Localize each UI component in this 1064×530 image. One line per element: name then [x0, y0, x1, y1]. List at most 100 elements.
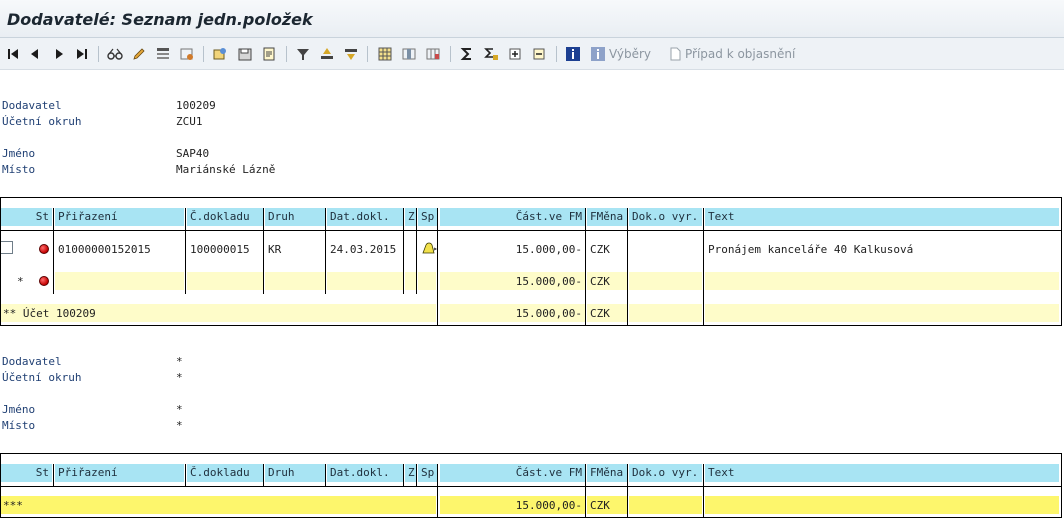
col-amount-2[interactable]: Část.ve FM: [440, 464, 585, 482]
city-value-2: *: [176, 419, 183, 432]
cell-doc-date[interactable]: 24.03.2015: [327, 240, 403, 258]
sort-ascending-icon[interactable]: [319, 46, 335, 62]
bell-icon[interactable]: [421, 241, 438, 255]
col-doc-date[interactable]: Dat.dokl.: [327, 208, 403, 226]
selections-icon[interactable]: [590, 46, 606, 62]
row-select-checkbox[interactable]: [0, 241, 13, 254]
selections-button[interactable]: Výběry: [609, 47, 651, 61]
subtotal-blank: [405, 272, 416, 290]
col-currency-2[interactable]: FMěna: [587, 464, 627, 482]
col-currency[interactable]: FMěna: [587, 208, 627, 226]
col-st[interactable]: St: [0, 208, 52, 226]
col-amount[interactable]: Část.ve FM: [440, 208, 585, 226]
account-total-currency[interactable]: CZK: [587, 304, 627, 322]
first-page-icon[interactable]: [5, 46, 21, 62]
filter-icon[interactable]: [295, 46, 311, 62]
col-clearing-doc-2[interactable]: Dok.o vyr.: [629, 464, 702, 482]
subtotal-blank: [418, 272, 436, 290]
cell-clearing-doc[interactable]: [629, 240, 702, 258]
sum-icon[interactable]: [459, 46, 475, 62]
subtotal-marker: *: [17, 275, 24, 288]
grand-total-amount[interactable]: 15.000,00-: [440, 496, 585, 514]
account-total-label[interactable]: ** Účet 100209: [0, 304, 436, 322]
col-doc-no-2[interactable]: Č.dokladu: [187, 464, 263, 482]
col-type-2[interactable]: Druh: [265, 464, 325, 482]
account-total-blank: [629, 304, 702, 322]
cell-amount[interactable]: 15.000,00-: [440, 240, 585, 258]
expand-icon[interactable]: [507, 46, 523, 62]
name-value: SAP40: [176, 147, 210, 160]
subtotal-blank: [187, 272, 263, 290]
cell-text[interactable]: Pronájem kanceláře 40 Kalkusová: [705, 240, 1059, 258]
save-icon[interactable]: [237, 46, 253, 62]
page-title: Dodavatelé: Seznam jedn.položek: [7, 10, 313, 29]
name-value-2: *: [176, 403, 183, 416]
col-sp[interactable]: Sp: [418, 208, 438, 226]
col-text[interactable]: Text: [705, 208, 1059, 226]
application-toolbar: Výběry Případ k objasnění: [0, 38, 1064, 70]
name-label-2: Jméno: [2, 403, 36, 416]
next-page-icon[interactable]: [51, 46, 67, 62]
table-header: St Přiřazení Č.dokladu Druh Dat.dokl. Z …: [0, 208, 1060, 226]
city-value: Mariánské Lázně: [176, 163, 276, 176]
subtotal-icon[interactable]: [483, 46, 499, 62]
grand-total-blank: [629, 496, 702, 514]
choose-detail-icon[interactable]: [212, 46, 228, 62]
company-code-label-2: Účetní okruh: [2, 371, 82, 384]
subtotal-blank: [55, 272, 184, 290]
col-type[interactable]: Druh: [265, 208, 325, 226]
vendor-value: 100209: [176, 99, 216, 112]
dispute-case-button[interactable]: Případ k objasnění: [685, 47, 795, 61]
col-z-2[interactable]: Z: [405, 464, 416, 482]
info-icon[interactable]: [565, 46, 581, 62]
col-clearing-doc[interactable]: Dok.o vyr.: [629, 208, 702, 226]
columns-icon[interactable]: [425, 46, 441, 62]
vendor-label: Dodavatel: [2, 99, 62, 112]
subtotal-red-light-icon: [39, 276, 49, 286]
account-total-amount[interactable]: 15.000,00-: [440, 304, 585, 322]
last-page-icon[interactable]: [74, 46, 90, 62]
previous-page-icon[interactable]: [27, 46, 43, 62]
subtotal-amount[interactable]: 15.000,00-: [440, 272, 585, 290]
document-icon[interactable]: [261, 46, 277, 62]
city-label-2: Místo: [2, 419, 36, 432]
vendor-label-2: Dodavatel: [2, 355, 62, 368]
col-z[interactable]: Z: [405, 208, 416, 226]
col-sp-2[interactable]: Sp: [418, 464, 438, 482]
status-red-light-icon: [39, 244, 49, 254]
col-text-2[interactable]: Text: [705, 464, 1059, 482]
pencil-icon[interactable]: [131, 46, 147, 62]
grand-total-label[interactable]: ***: [0, 496, 436, 514]
cell-assignment[interactable]: 01000000152015: [55, 240, 184, 258]
table-header-2: St Přiřazení Č.dokladu Druh Dat.dokl. Z …: [0, 464, 1060, 482]
grid-icon[interactable]: [377, 46, 393, 62]
change-layout-icon[interactable]: [179, 46, 195, 62]
account-total-blank: [705, 304, 1059, 322]
cell-type[interactable]: KR: [265, 240, 325, 258]
cell-doc-no[interactable]: 100000015: [187, 240, 263, 258]
company-code-value: ZCU1: [176, 115, 203, 128]
col-doc-date-2[interactable]: Dat.dokl.: [327, 464, 403, 482]
city-label: Místo: [2, 163, 36, 176]
column-icon[interactable]: [401, 46, 417, 62]
layout-icon[interactable]: [155, 46, 171, 62]
col-assignment-2[interactable]: Přiřazení: [55, 464, 184, 482]
glasses-icon[interactable]: [107, 46, 123, 62]
title-bar: Dodavatelé: Seznam jedn.položek: [0, 0, 1064, 38]
name-label: Jméno: [2, 147, 36, 160]
company-code-label: Účetní okruh: [2, 115, 82, 128]
col-st-2[interactable]: St: [0, 464, 52, 482]
collapse-icon[interactable]: [531, 46, 547, 62]
subtotal-blank: [629, 272, 702, 290]
grand-total-blank: [705, 496, 1059, 514]
col-doc-no[interactable]: Č.dokladu: [187, 208, 263, 226]
company-code-value-2: *: [176, 371, 183, 384]
sort-descending-icon[interactable]: [343, 46, 359, 62]
vendor-value-2: *: [176, 355, 183, 368]
grand-total-currency[interactable]: CZK: [587, 496, 627, 514]
subtotal-blank: [265, 272, 325, 290]
subtotal-currency[interactable]: CZK: [587, 272, 627, 290]
col-assignment[interactable]: Přiřazení: [55, 208, 184, 226]
document-outline-icon[interactable]: [667, 46, 683, 62]
cell-currency[interactable]: CZK: [587, 240, 627, 258]
